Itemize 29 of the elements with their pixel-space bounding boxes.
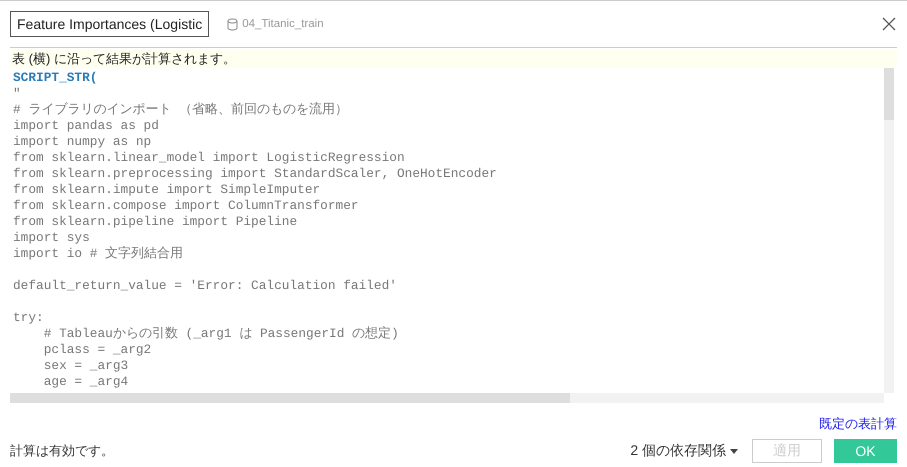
code-line: "	[13, 86, 22, 102]
code-line: from sklearn.preprocessing import StandardScaler, OneHotEncoder	[13, 166, 498, 182]
status-text: 計算は有効です。	[10, 442, 114, 460]
dependencies-dropdown[interactable]: 2 個の依存関係	[630, 442, 738, 460]
code-line: default_return_value = 'Error: Calculation failed'	[13, 278, 398, 294]
code-line: # Tableauからの引数 (_arg1 は PassengerId の想定)	[42, 326, 400, 342]
code-line: import io # 文字列結合用	[13, 246, 184, 262]
code-line: sex = _arg3	[42, 358, 130, 374]
code-line: # ライブラリのインポート （省略、前回のものを流用）	[13, 102, 350, 118]
code-line: age = _arg4	[42, 374, 130, 390]
code-line: from sklearn.linear_model import LogisticRegression	[13, 150, 406, 166]
default-table-calc-link[interactable]: 既定の表計算	[819, 415, 897, 433]
code-line: from sklearn.impute import SimpleImputer	[13, 182, 322, 198]
code-line: import sys	[13, 230, 91, 246]
code-line: try:	[13, 310, 45, 326]
code-line: import numpy as np	[13, 134, 152, 150]
database-icon	[227, 18, 238, 30]
code-line: import pandas as pd	[13, 118, 160, 134]
name-field[interactable]: Feature Importances (Logistic	[10, 11, 210, 37]
code-line: pclass = _arg2	[42, 342, 152, 358]
calculation-notice: 表 (横) に沿って結果が計算されます。	[10, 50, 897, 68]
code-line: SCRIPT_STR(	[13, 70, 98, 86]
vertical-scrollbar[interactable]	[884, 68, 894, 393]
horizontal-scrollbar[interactable]	[10, 393, 884, 403]
caret-icon	[730, 448, 738, 454]
code-line: from sklearn.compose import ColumnTransformer	[13, 198, 360, 214]
code-line: from sklearn.pipeline import Pipeline	[13, 214, 298, 230]
close-button[interactable]	[881, 16, 897, 32]
datasource-name: 04_Titanic_train	[242, 18, 324, 30]
